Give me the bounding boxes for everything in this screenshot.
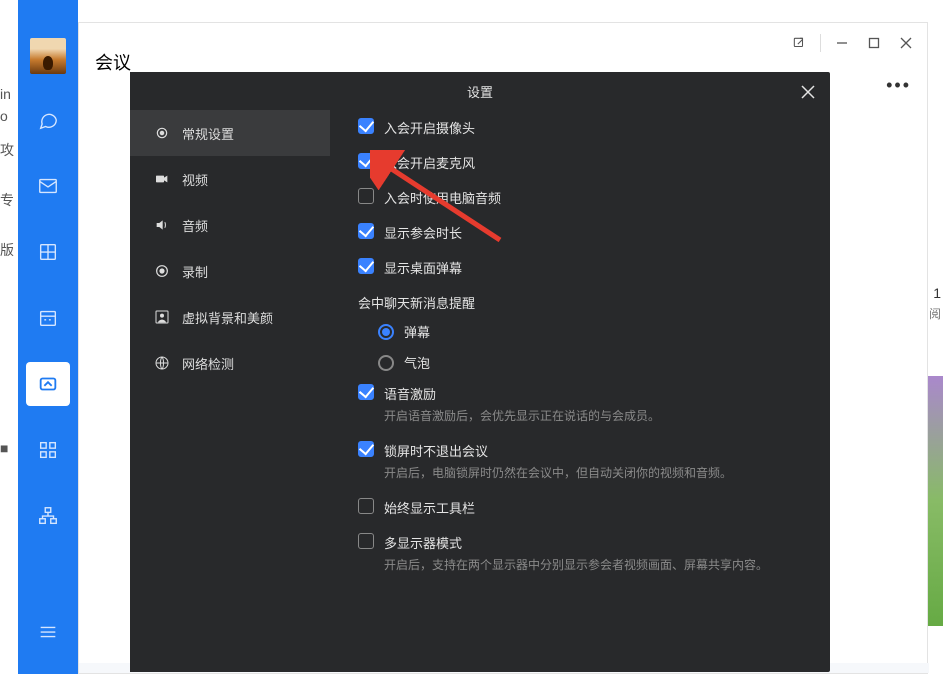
- sidebar-item-label: 网络检测: [182, 354, 234, 373]
- radio-label: 气泡: [404, 353, 430, 372]
- close-icon[interactable]: [796, 80, 820, 104]
- background-right-strip: 1 阅: [928, 0, 943, 674]
- option-use-pc-audio[interactable]: 入会时使用电脑音频: [358, 188, 806, 207]
- checkbox[interactable]: [358, 223, 374, 239]
- settings-modal: 设置 常规设置 视频 音频 录制 虚拟背景和美颜 网络检测: [130, 72, 830, 672]
- radio[interactable]: [378, 355, 394, 371]
- checkbox[interactable]: [358, 258, 374, 274]
- sidebar-item-video[interactable]: 视频: [130, 156, 330, 202]
- app-left-rail: [18, 0, 78, 674]
- modal-title: 设置: [130, 82, 830, 101]
- close-button[interactable]: [891, 29, 921, 57]
- chat-icon[interactable]: [26, 98, 70, 142]
- option-show-duration[interactable]: 显示参会时长: [358, 223, 806, 242]
- option-label: 入会开启麦克风: [384, 153, 475, 172]
- gear-icon: [154, 125, 170, 141]
- meeting-icon[interactable]: [26, 362, 70, 406]
- sidebar-item-general[interactable]: 常规设置: [130, 110, 330, 156]
- sidebar-item-network[interactable]: 网络检测: [130, 340, 330, 386]
- settings-sidebar: 常规设置 视频 音频 录制 虚拟背景和美颜 网络检测: [130, 72, 330, 672]
- option-desc: 开启后，支持在两个显示器中分别显示参会者视频画面、屏幕共享内容。: [384, 556, 768, 574]
- more-button[interactable]: •••: [886, 75, 911, 96]
- record-icon: [154, 263, 170, 279]
- sidebar-item-label: 常规设置: [182, 124, 234, 143]
- radio-bubble[interactable]: 气泡: [378, 353, 806, 372]
- radio[interactable]: [378, 324, 394, 340]
- option-label: 入会开启摄像头: [384, 118, 475, 137]
- cube-icon[interactable]: [26, 230, 70, 274]
- sidebar-item-label: 虚拟背景和美颜: [182, 308, 273, 327]
- checkbox[interactable]: [358, 533, 374, 549]
- option-desc: 开启语音激励后，会优先显示正在说话的与会成员。: [384, 407, 660, 425]
- sidebar-item-label: 录制: [182, 262, 208, 281]
- apps-icon[interactable]: [26, 428, 70, 472]
- checkbox[interactable]: [358, 441, 374, 457]
- option-label: 锁屏时不退出会议: [384, 441, 732, 460]
- menu-icon[interactable]: [26, 610, 70, 654]
- option-show-danmu[interactable]: 显示桌面弹幕: [358, 258, 806, 277]
- globe-icon: [154, 355, 170, 371]
- user-frame-icon: [154, 309, 170, 325]
- chat-notify-group: 弹幕 气泡: [378, 322, 806, 372]
- radio-label: 弹幕: [404, 322, 430, 341]
- option-desc: 开启后，电脑锁屏时仍然在会议中，但自动关闭你的视频和音频。: [384, 464, 732, 482]
- option-open-camera[interactable]: 入会开启摄像头: [358, 118, 806, 137]
- sidebar-item-label: 音频: [182, 216, 208, 235]
- radio-danmu[interactable]: 弹幕: [378, 322, 806, 341]
- speaker-icon: [154, 217, 170, 233]
- option-multi-monitor[interactable]: 多显示器模式 开启后，支持在两个显示器中分别显示参会者视频画面、屏幕共享内容。: [358, 533, 806, 574]
- option-lock-no-exit[interactable]: 锁屏时不退出会议 开启后，电脑锁屏时仍然在会议中，但自动关闭你的视频和音频。: [358, 441, 806, 482]
- option-label: 显示参会时长: [384, 223, 462, 242]
- sidebar-item-record[interactable]: 录制: [130, 248, 330, 294]
- settings-content: 入会开启摄像头 入会开启麦克风 入会时使用电脑音频 显示参会时长 显示桌面弹幕 …: [330, 72, 830, 672]
- checkbox[interactable]: [358, 384, 374, 400]
- option-label: 显示桌面弹幕: [384, 258, 462, 277]
- org-icon[interactable]: [26, 494, 70, 538]
- avatar[interactable]: [30, 38, 66, 74]
- checkbox[interactable]: [358, 498, 374, 514]
- page-title: 会议: [95, 49, 131, 75]
- window-controls: [784, 29, 921, 57]
- sidebar-item-label: 视频: [182, 170, 208, 189]
- chat-notify-title: 会中聊天新消息提醒: [358, 293, 806, 312]
- maximize-button[interactable]: [859, 29, 889, 57]
- option-always-toolbar[interactable]: 始终显示工具栏: [358, 498, 806, 517]
- checkbox[interactable]: [358, 153, 374, 169]
- option-label: 多显示器模式: [384, 533, 768, 552]
- option-voice-boost[interactable]: 语音激励 开启语音激励后，会优先显示正在说话的与会成员。: [358, 384, 806, 425]
- mail-icon[interactable]: [26, 164, 70, 208]
- sidebar-item-audio[interactable]: 音频: [130, 202, 330, 248]
- background-partial-text: in o 攻 专 版 ■: [0, 0, 20, 674]
- open-external-icon[interactable]: [784, 29, 814, 57]
- sidebar-item-virtual-bg[interactable]: 虚拟背景和美颜: [130, 294, 330, 340]
- camera-icon: [154, 171, 170, 187]
- option-label: 语音激励: [384, 384, 660, 403]
- option-label: 入会时使用电脑音频: [384, 188, 501, 207]
- checkbox[interactable]: [358, 188, 374, 204]
- calendar-icon[interactable]: [26, 296, 70, 340]
- minimize-button[interactable]: [827, 29, 857, 57]
- option-open-mic[interactable]: 入会开启麦克风: [358, 153, 806, 172]
- checkbox[interactable]: [358, 118, 374, 134]
- option-label: 始终显示工具栏: [384, 498, 475, 517]
